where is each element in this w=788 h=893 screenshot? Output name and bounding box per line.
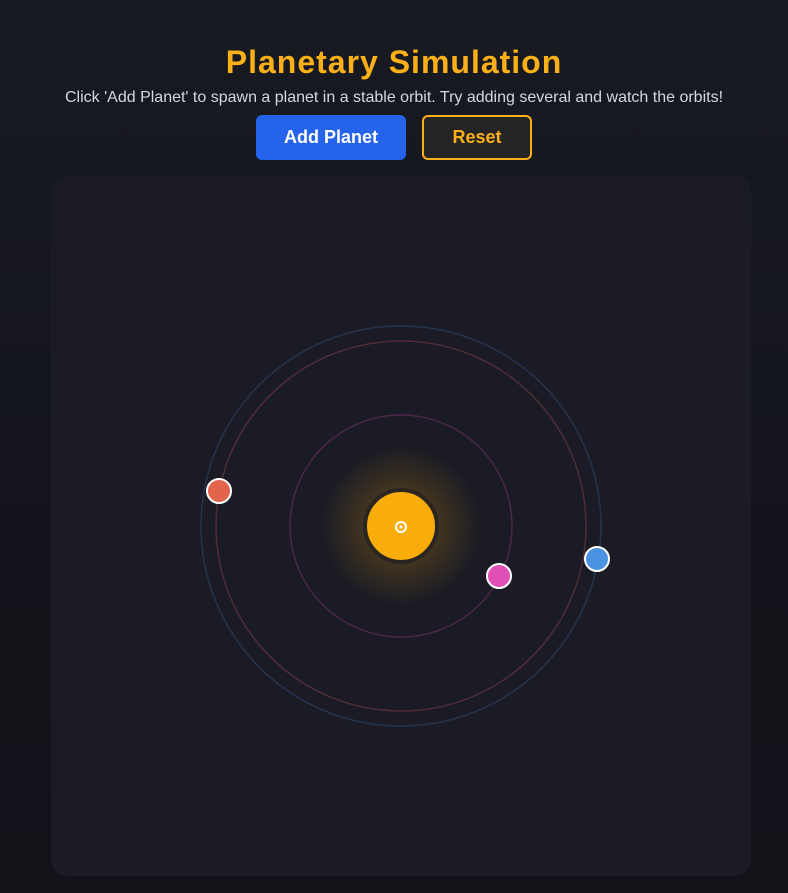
- reset-button[interactable]: Reset: [422, 115, 532, 160]
- planet-red: [206, 478, 232, 504]
- page-title: Planetary Simulation: [225, 44, 563, 80]
- simulation-svg: [200, 325, 610, 727]
- simulation-canvas[interactable]: [51, 176, 751, 876]
- add-planet-button[interactable]: Add Planet: [256, 115, 406, 160]
- planet-pink: [486, 563, 512, 589]
- page-instructions: Click 'Add Planet' to spawn a planet in …: [64, 89, 724, 106]
- planet-blue: [584, 546, 610, 572]
- controls-bar: Add Planet Reset: [0, 115, 788, 160]
